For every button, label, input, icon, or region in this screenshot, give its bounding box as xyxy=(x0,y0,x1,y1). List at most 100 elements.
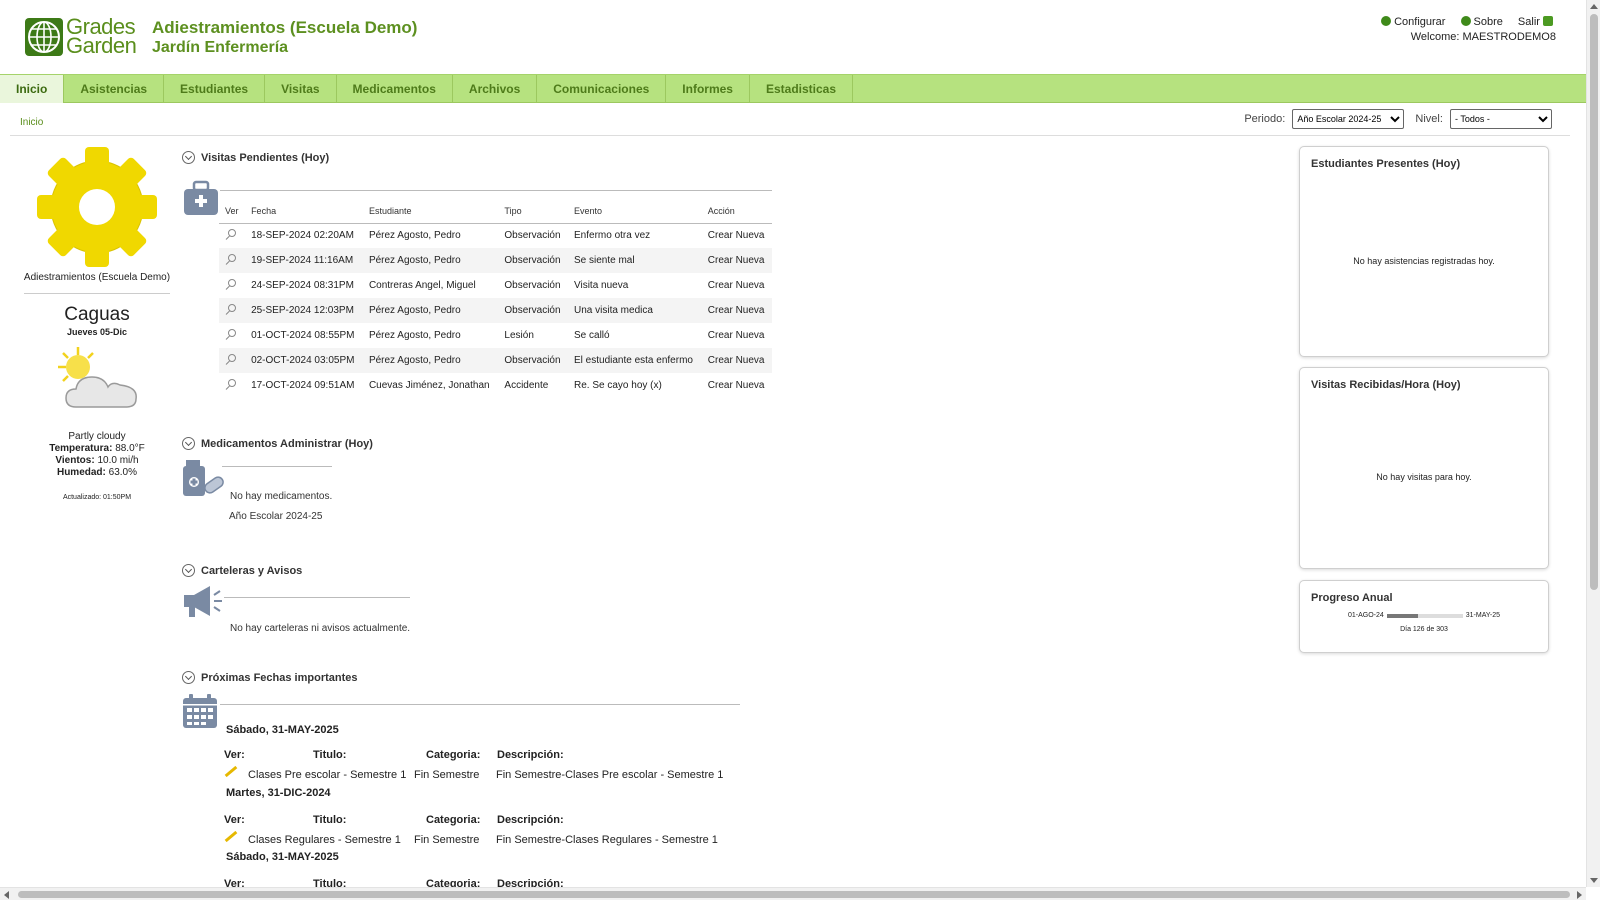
horizontal-scrollbar[interactable] xyxy=(0,887,1586,900)
table-header-row: Ver Fecha Estudiante Tipo Evento Acción xyxy=(219,199,772,224)
magnifier-icon[interactable] xyxy=(225,303,236,315)
type-cell: Accidente xyxy=(504,380,549,391)
weather-humidity: Humedad: 63.0% xyxy=(18,467,176,478)
calendar-icon xyxy=(183,694,217,728)
dates-col-title: Titulo: xyxy=(313,878,347,887)
student-cell: Cuevas Jiménez, Jonathan xyxy=(368,380,490,391)
type-cell: Observación xyxy=(504,280,561,291)
weather-temperature: Temperatura: 88.0°F xyxy=(18,443,176,454)
breadcrumb[interactable]: Inicio xyxy=(20,117,43,128)
date-group-day: Martes, 31-DIC-2024 xyxy=(226,787,331,799)
logout-link[interactable]: Salir xyxy=(1518,16,1556,28)
magnifier-icon[interactable] xyxy=(225,378,236,390)
tab-medicamentos[interactable]: Medicamentos xyxy=(337,75,453,103)
type-cell: Observación xyxy=(498,248,568,273)
visits-section-header[interactable]: Visitas Pendientes (Hoy) xyxy=(182,150,782,166)
section-divider xyxy=(224,597,410,598)
weather-condition: Partly cloudy xyxy=(68,431,126,442)
magnifier-icon[interactable] xyxy=(225,228,236,240)
chevron-down-icon xyxy=(182,564,195,577)
table-row: 19-SEP-2024 11:16AM Pérez Agosto, Pedro Ob… xyxy=(219,248,772,273)
date-row-title: Clases Regulares - Semestre 1 xyxy=(248,834,401,846)
progress-bar-fill xyxy=(1386,613,1419,618)
level-select[interactable]: - Todos - xyxy=(1450,109,1552,129)
visits-section-title: Visitas Pendientes (Hoy) xyxy=(201,152,330,164)
tab-archivos[interactable]: Archivos xyxy=(453,75,538,103)
visits-per-hour-panel: Visitas Recibidas/Hora (Hoy) No hay visi… xyxy=(1299,367,1549,569)
school-title: Adiestramientos (Escuela Demo) xyxy=(152,18,418,37)
action-cell[interactable]: Crear Nueva xyxy=(702,223,772,248)
date-row: Clases Pre escolar - Semestre 1 Fin Seme… xyxy=(224,765,724,781)
section-divider xyxy=(220,704,740,705)
scroll-up-arrow-icon[interactable] xyxy=(1590,4,1598,9)
meds-empty-message: No hay medicamentos. xyxy=(230,491,333,502)
date-group-day: Sábado, 31-MAY-2025 xyxy=(226,851,339,863)
type-cell: Observación xyxy=(504,230,561,242)
configure-link[interactable]: Configurar xyxy=(1381,16,1445,28)
chevron-down-icon xyxy=(182,151,195,164)
table-row: 18-SEP-2024 02:20AM Pérez Agosto, Pedro Ob… xyxy=(219,223,772,248)
table-row: 02-OCT-2024 03:05PM Pérez Agosto, Pedro Ob… xyxy=(219,348,772,373)
magnifier-icon[interactable] xyxy=(225,278,236,290)
pencil-icon[interactable] xyxy=(224,830,238,842)
date-row: Clases Regulares - Semestre 1 Fin Semest… xyxy=(224,830,718,846)
scrollbar-thumb[interactable] xyxy=(18,891,1570,898)
tab-visitas[interactable]: Visitas xyxy=(265,75,337,103)
scroll-left-arrow-icon[interactable] xyxy=(4,891,9,899)
tab-inicio[interactable]: Inicio xyxy=(0,75,65,103)
date-row-description: Fin Semestre-Clases Pre escolar - Semest… xyxy=(496,769,724,781)
col-ver: Ver xyxy=(219,199,246,224)
action-cell[interactable]: Crear Nueva xyxy=(701,248,772,273)
tab-informes[interactable]: Informes xyxy=(666,75,750,103)
chevron-down-icon xyxy=(182,671,195,684)
about-link[interactable]: Sobre xyxy=(1460,16,1503,28)
view-cell xyxy=(219,298,246,323)
school-info-column: Adiestramientos (Escuela Demo) Caguas Ju… xyxy=(18,145,176,501)
brand-line2: Garden xyxy=(66,33,137,58)
meds-period: Año Escolar 2024-25 xyxy=(229,511,323,522)
action-cell[interactable]: Crear Nueva xyxy=(701,348,772,373)
school-name: Adiestramientos (Escuela Demo) xyxy=(23,272,171,283)
boards-empty-message: No hay carteleras ni avisos actualmente. xyxy=(230,623,411,634)
tab-estadisticas[interactable]: Estadisticas xyxy=(750,75,854,103)
meds-section-title: Medicamentos Administrar (Hoy) xyxy=(201,438,373,450)
dates-col-title: Titulo: xyxy=(313,749,347,761)
tab-comunicaciones[interactable]: Comunicaciones xyxy=(537,75,667,103)
boards-section-title: Carteleras y Avisos xyxy=(201,565,303,577)
action-cell[interactable]: Crear Nueva xyxy=(702,273,772,298)
action-cell[interactable]: Crear Nueva xyxy=(702,373,772,398)
date-row-title: Clases Pre escolar - Semestre 1 xyxy=(248,769,407,781)
dates-header-row: Ver: Titulo: Categoria: Descripción: xyxy=(224,749,564,761)
pencil-icon[interactable] xyxy=(224,765,238,777)
boards-section-header[interactable]: Carteleras y Avisos xyxy=(182,563,782,579)
tab-estudiantes[interactable]: Estudiantes xyxy=(164,75,266,103)
date-cell: 19-SEP-2024 11:16AM xyxy=(245,248,363,273)
period-select[interactable]: Año Escolar 2024-25 xyxy=(1292,109,1405,129)
scroll-right-arrow-icon[interactable] xyxy=(1577,891,1582,899)
scroll-down-arrow-icon[interactable] xyxy=(1590,878,1598,883)
type-cell: Observación xyxy=(498,348,568,373)
magnifier-icon[interactable] xyxy=(225,353,236,365)
action-cell[interactable]: Crear Nueva xyxy=(702,323,772,348)
student-cell: Pérez Agosto, Pedro xyxy=(362,248,499,273)
grades-garden-logo[interactable]: Grades Garden xyxy=(24,16,146,58)
logout-label: Salir xyxy=(1517,16,1540,28)
school-subtitle: Jardín Enfermería xyxy=(152,39,289,56)
date-cell: 25-SEP-2024 12:03PM xyxy=(245,298,363,323)
view-cell xyxy=(219,323,245,348)
date-cell: 02-OCT-2024 03:05PM xyxy=(245,348,363,373)
vertical-scrollbar[interactable] xyxy=(1586,0,1600,887)
event-cell: Una visita medica xyxy=(568,298,702,323)
divider xyxy=(10,135,1570,136)
view-cell xyxy=(219,223,245,248)
section-divider xyxy=(220,190,772,191)
action-cell[interactable]: Crear Nueva xyxy=(701,298,772,323)
meds-section-header[interactable]: Medicamentos Administrar (Hoy) xyxy=(182,436,782,452)
scrollbar-thumb[interactable] xyxy=(1590,14,1598,590)
event-cell: El estudiante esta enfermo xyxy=(568,348,702,373)
dates-section-header[interactable]: Próximas Fechas importantes xyxy=(182,670,782,686)
magnifier-icon[interactable] xyxy=(225,253,236,265)
humidity-value: 63.0% xyxy=(108,467,138,478)
magnifier-icon[interactable] xyxy=(225,328,236,340)
tab-asistencias[interactable]: Asistencias xyxy=(64,75,165,103)
